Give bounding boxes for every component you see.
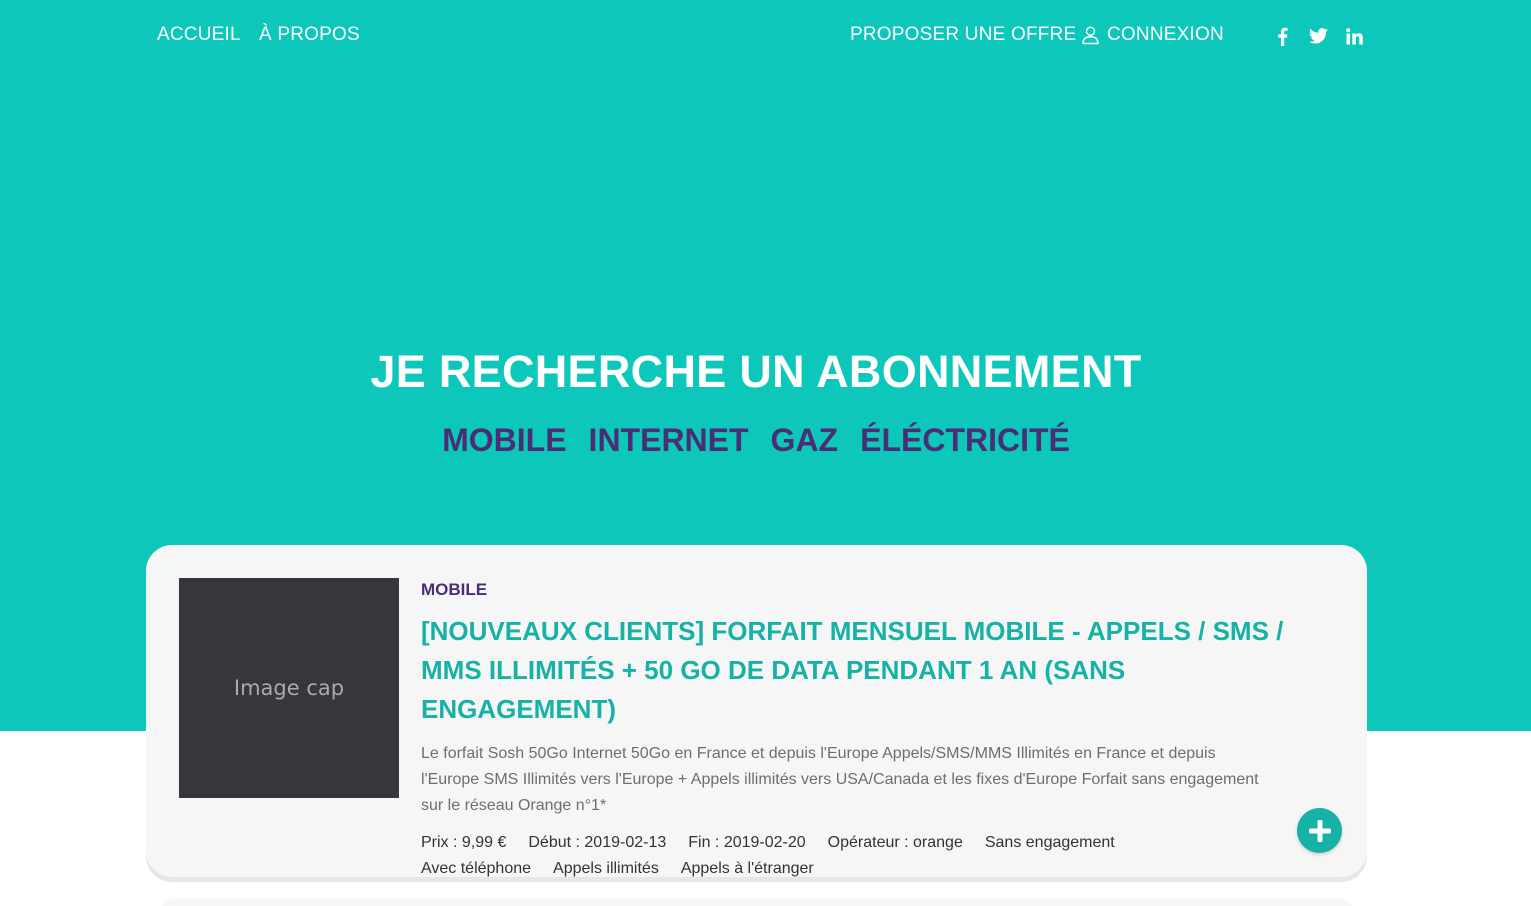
login-label: CONNEXION (1107, 24, 1224, 45)
top-navigation: ACCUEIL À PROPOS PROPOSER UNE OFFRE CONN… (0, 0, 1531, 72)
offer-unlimited-calls: Appels illimités (553, 860, 659, 877)
category-mobile-link[interactable]: MOBILE (442, 422, 566, 459)
offer-operator: Opérateur : orange (827, 834, 963, 851)
offer-card: Image cap MOBILE [NOUVEAUX CLIENTS] FORF… (146, 545, 1367, 877)
social-links (1272, 26, 1364, 46)
offer-price: Prix : 9,99 € (421, 834, 507, 851)
offer-content: MOBILE [NOUVEAUX CLIENTS] FORFAIT MENSUE… (421, 580, 1311, 882)
page-title: JE RECHERCHE UN ABONNEMENT (370, 346, 1142, 397)
twitter-icon[interactable] (1308, 26, 1328, 46)
user-icon (1082, 26, 1099, 45)
offer-image: Image cap (179, 578, 399, 798)
offer-commitment: Sans engagement (984, 834, 1115, 851)
category-gaz-link[interactable]: GAZ (771, 422, 839, 459)
nav-home-link[interactable]: ACCUEIL (157, 24, 241, 46)
expand-offer-button[interactable] (1297, 808, 1342, 853)
next-offer-card (160, 899, 1355, 906)
linkedin-icon[interactable] (1344, 26, 1364, 46)
plus-icon (1308, 819, 1331, 842)
category-links: MOBILE INTERNET GAZ ÉLÉCTRICITÉ (0, 422, 1512, 459)
offer-start-date: Début : 2019-02-13 (528, 834, 667, 851)
nav-propose-offer-link[interactable]: PROPOSER UNE OFFRE (850, 24, 1076, 46)
nav-about-link[interactable]: À PROPOS (259, 24, 360, 46)
offer-international-calls: Appels à l'étranger (680, 860, 814, 877)
offer-details: Prix : 9,99 € Début : 2019-02-13 Fin : 2… (421, 830, 1201, 882)
category-electricite-link[interactable]: ÉLÉCTRICITÉ (860, 422, 1070, 459)
offer-description: Le forfait Sosh 50Go Internet 50Go en Fr… (421, 745, 1259, 814)
offer-end-date: Fin : 2019-02-20 (688, 834, 806, 851)
offer-category: MOBILE (421, 580, 488, 599)
image-placeholder-label: Image cap (233, 676, 345, 700)
category-internet-link[interactable]: INTERNET (589, 422, 749, 459)
facebook-icon[interactable] (1272, 26, 1292, 46)
nav-login-link[interactable]: CONNEXION (1081, 24, 1224, 46)
offer-phone-included: Avec téléphone (421, 860, 532, 877)
offer-title[interactable]: [NOUVEAUX CLIENTS] FORFAIT MENSUEL MOBIL… (421, 612, 1311, 729)
